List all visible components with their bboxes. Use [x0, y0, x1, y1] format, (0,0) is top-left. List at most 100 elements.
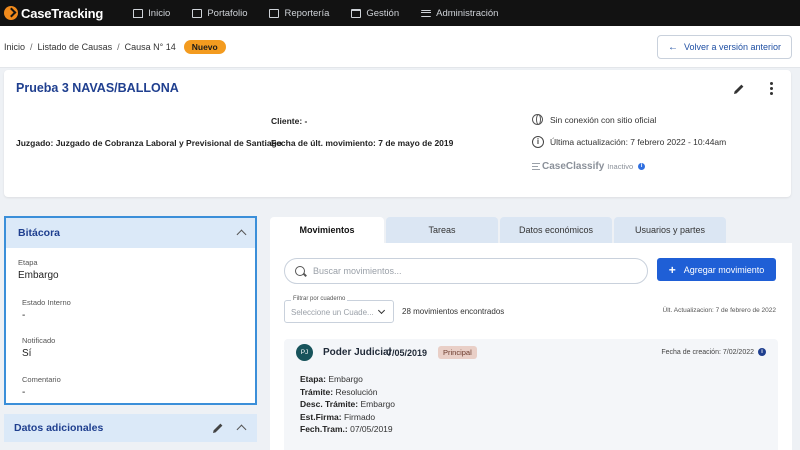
case-summary-card: Prueba 3 NAVAS/BALLONA Juzgado: Juzgado … — [4, 70, 791, 197]
chevron-up-icon[interactable] — [236, 229, 247, 240]
nav-item-label: Administración — [436, 7, 499, 19]
nav-item-label: Reportería — [284, 7, 330, 19]
nav-item-administracion[interactable]: Administración — [421, 8, 498, 19]
chevron-down-icon — [377, 306, 386, 315]
field-label: Notificado — [22, 336, 56, 345]
info-icon: i — [532, 136, 544, 148]
detail-key: Trámite: — [300, 386, 334, 397]
detail-value: Firmado — [343, 411, 376, 422]
field-label: Comentario — [22, 375, 61, 384]
detail-row: Est.Firma: Firmado — [300, 411, 395, 424]
movimientos-panel: + Agregar movimiento Filtrar por cuadern… — [270, 243, 792, 450]
top-navbar: CaseTracking Inicio Portafolio Reporterí… — [0, 0, 800, 26]
detail-row: Etapa: Embargo — [300, 373, 395, 386]
report-icon — [269, 8, 280, 18]
status-badge: Nuevo — [183, 40, 226, 54]
nav-item-inicio[interactable]: Inicio — [133, 8, 170, 19]
cliente-label: Cliente: — [271, 116, 303, 126]
main-nav: Inicio Portafolio Reportería Gestión Adm… — [133, 8, 520, 19]
chevron-up-icon[interactable] — [236, 424, 247, 435]
field-label: Etapa — [18, 258, 38, 267]
bitacora-title: Bitácora — [18, 227, 61, 239]
detail-row: Fech.Tram.: 07/05/2019 — [300, 423, 395, 436]
add-movement-label: Agregar movimiento — [683, 264, 765, 275]
tab-usuarios-partes[interactable]: Usuarios y partes — [614, 217, 726, 243]
detail-value: 07/05/2019 — [350, 424, 393, 434]
nav-item-label: Inicio — [148, 7, 171, 19]
globe-icon — [532, 114, 543, 125]
detail-key: Est.Firma: — [300, 411, 342, 422]
caseclassify-status-text: Inactivo — [607, 162, 634, 171]
detail-key: Etapa: — [300, 374, 326, 384]
fecha-value: 7 de mayo de 2019 — [378, 138, 454, 148]
field-estado-interno: Estado Interno - — [22, 298, 71, 321]
search-icon — [295, 266, 305, 276]
last-update-text: Última actualización: 7 febrero 2022 - 1… — [550, 137, 727, 147]
detail-key: Fech.Tram.: — [300, 424, 348, 434]
movement-details: Etapa: Embargo Trámite: Resolución Desc.… — [300, 373, 395, 436]
sync-status: Sin conexión con sitio oficial — [532, 114, 656, 125]
movement-date: 7/05/2019 — [387, 348, 428, 358]
caseclassify-status: CaseClassify Inactivo i — [532, 161, 646, 172]
field-label: Estado Interno — [22, 298, 71, 307]
filter-legend: Filtrar por cuaderno — [291, 296, 348, 302]
detail-row: Desc. Trámite: Embargo — [300, 398, 395, 411]
cliente-info: Cliente: - — [271, 116, 307, 126]
detail-value: Embargo — [328, 374, 363, 384]
juzgado-label: Juzgado: — [16, 138, 54, 148]
bitacora-header[interactable]: Bitácora — [6, 218, 255, 248]
home-icon — [133, 8, 144, 18]
tab-movimientos[interactable]: Movimientos — [270, 217, 384, 243]
datos-adicionales-title: Datos adicionales — [14, 422, 104, 434]
detail-value: Embargo — [360, 399, 396, 409]
movements-last-update: Últ. Actualizacion: 7 de febrero de 2022 — [662, 307, 776, 314]
avatar: PJ — [296, 344, 313, 361]
pencil-icon[interactable] — [733, 83, 745, 95]
juzgado-value: Juzgado de Cobranza Laboral y Previsiona… — [55, 138, 282, 148]
created-text: Fecha de creación: 7/02/2022 — [661, 348, 754, 356]
breadcrumb-item-inicio[interactable]: Inicio — [4, 42, 25, 52]
briefcase-icon — [192, 8, 203, 18]
arrow-left-icon: ← — [667, 41, 678, 53]
breadcrumb-item-listado[interactable]: Listado de Causas — [38, 42, 113, 52]
search-box[interactable] — [284, 258, 648, 284]
breadcrumb-separator: / — [30, 42, 33, 52]
case-title: Prueba 3 NAVAS/BALLONA — [16, 81, 179, 95]
field-value: Embargo — [18, 270, 59, 281]
breadcrumb-item-causa: Causa N° 14 — [124, 42, 176, 52]
tab-datos-economicos[interactable]: Datos económicos — [500, 217, 612, 243]
datos-adicionales-header[interactable]: Datos adicionales — [4, 414, 257, 442]
cuaderno-filter-select[interactable]: Filtrar por cuaderno Seleccione un Cuade… — [284, 296, 394, 323]
juzgado-info: Juzgado: Juzgado de Cobranza Laboral y P… — [16, 138, 282, 148]
tab-tareas[interactable]: Tareas — [386, 217, 498, 243]
nav-item-reporteria[interactable]: Reportería — [269, 8, 329, 19]
breadcrumb-separator: / — [117, 42, 120, 52]
logo-mark-icon — [4, 6, 18, 20]
cuaderno-tag: Principal — [438, 346, 477, 359]
nav-item-portafolio[interactable]: Portafolio — [192, 8, 247, 19]
detail-value: Resolución — [335, 386, 378, 397]
field-value: Sí — [22, 348, 32, 359]
search-input[interactable] — [313, 266, 633, 276]
app-logo[interactable]: CaseTracking — [4, 6, 103, 21]
datos-adicionales-actions — [212, 422, 247, 435]
more-options-icon[interactable] — [768, 82, 774, 95]
detail-key: Desc. Trámite: — [300, 399, 359, 409]
case-tabs: Movimientos Tareas Datos económicos Usua… — [270, 217, 728, 243]
caseclassify-logo: CaseClassify — [542, 161, 605, 172]
filter-placeholder: Seleccione un Cuade... — [291, 308, 374, 317]
last-update: i Última actualización: 7 febrero 2022 -… — [532, 136, 726, 148]
last-movement-date: Fecha de últ. movimiento: 7 de mayo de 2… — [271, 138, 453, 148]
fecha-label: Fecha de últ. movimiento: — [271, 138, 376, 148]
nav-item-label: Portafolio — [207, 7, 248, 19]
cliente-value: - — [304, 116, 308, 126]
back-to-previous-version-button[interactable]: ← Volver a versión anterior — [656, 35, 792, 59]
info-dot-icon[interactable]: i — [638, 163, 646, 170]
info-icon[interactable]: i — [758, 348, 766, 356]
pencil-icon[interactable] — [212, 422, 224, 434]
movement-card[interactable]: PJ Poder Judicial 7/05/2019 Principal Fe… — [284, 339, 778, 450]
field-etapa: Etapa Embargo — [18, 258, 59, 281]
breadcrumb: Inicio / Listado de Causas / Causa N° 14… — [4, 40, 226, 54]
nav-item-gestion[interactable]: Gestión — [351, 8, 399, 19]
add-movement-button[interactable]: + Agregar movimiento — [657, 258, 776, 281]
